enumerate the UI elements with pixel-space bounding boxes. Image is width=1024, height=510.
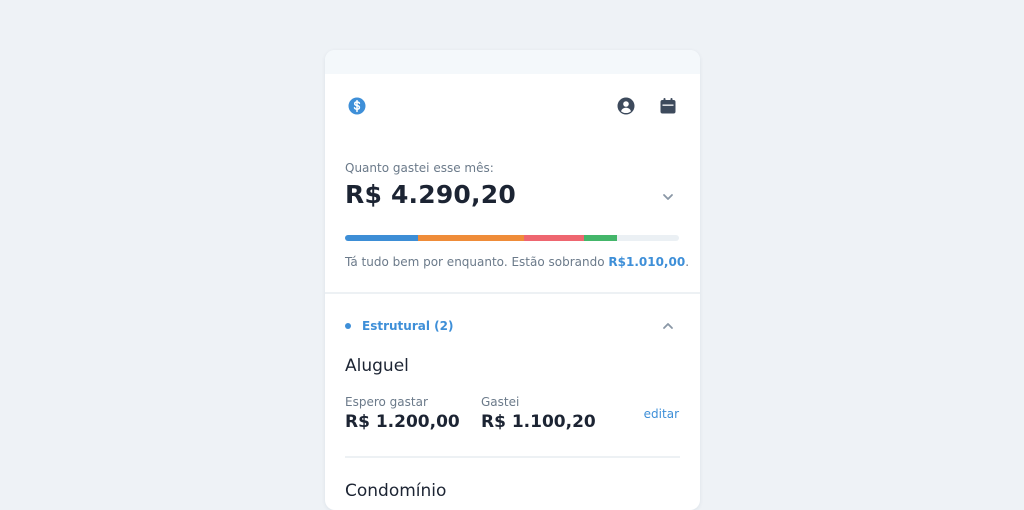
- category-section-header[interactable]: Estrutural (2): [345, 316, 680, 336]
- category-dot: [345, 323, 351, 329]
- expense-item-name: Condomínio: [345, 481, 447, 501]
- edit-link[interactable]: editar: [644, 407, 679, 421]
- chevron-down-icon[interactable]: [656, 185, 680, 209]
- budget-card: Quanto gastei esse mês: R$ 4.290,20 Tá t…: [325, 50, 700, 510]
- app-header: [345, 94, 680, 118]
- spent-value: R$ 1.100,20: [481, 412, 596, 432]
- budget-progress-bar: [345, 235, 679, 241]
- user-circle-icon[interactable]: [614, 94, 638, 118]
- monthly-spending-label: Quanto gastei esse mês:: [345, 161, 494, 175]
- section-divider: [325, 292, 700, 294]
- expected-label: Espero gastar: [345, 395, 428, 409]
- chevron-up-icon[interactable]: [656, 316, 680, 336]
- spent-label: Gastei: [481, 395, 520, 409]
- monthly-spending-total: R$ 4.290,20: [345, 180, 516, 209]
- budget-status-suffix: .: [685, 255, 690, 269]
- progress-segment-red: [524, 235, 584, 241]
- card-top-bar: [325, 50, 700, 74]
- item-divider: [345, 456, 680, 458]
- progress-segment-blue: [345, 235, 419, 241]
- expected-value: R$ 1.200,00: [345, 412, 460, 432]
- dollar-coin-icon[interactable]: [345, 94, 369, 118]
- category-title: Estrutural (2): [362, 319, 454, 333]
- budget-status-text: Tá tudo bem por enquanto. Estão sobrando…: [345, 255, 689, 269]
- remaining-amount: R$1.010,00: [608, 255, 686, 269]
- expense-item-name: Aluguel: [345, 356, 409, 376]
- calendar-icon[interactable]: [656, 94, 680, 118]
- progress-segment-green: [583, 235, 618, 241]
- progress-segment-orange: [418, 235, 525, 241]
- budget-status-prefix: Tá tudo bem por enquanto. Estão sobrando: [345, 255, 609, 269]
